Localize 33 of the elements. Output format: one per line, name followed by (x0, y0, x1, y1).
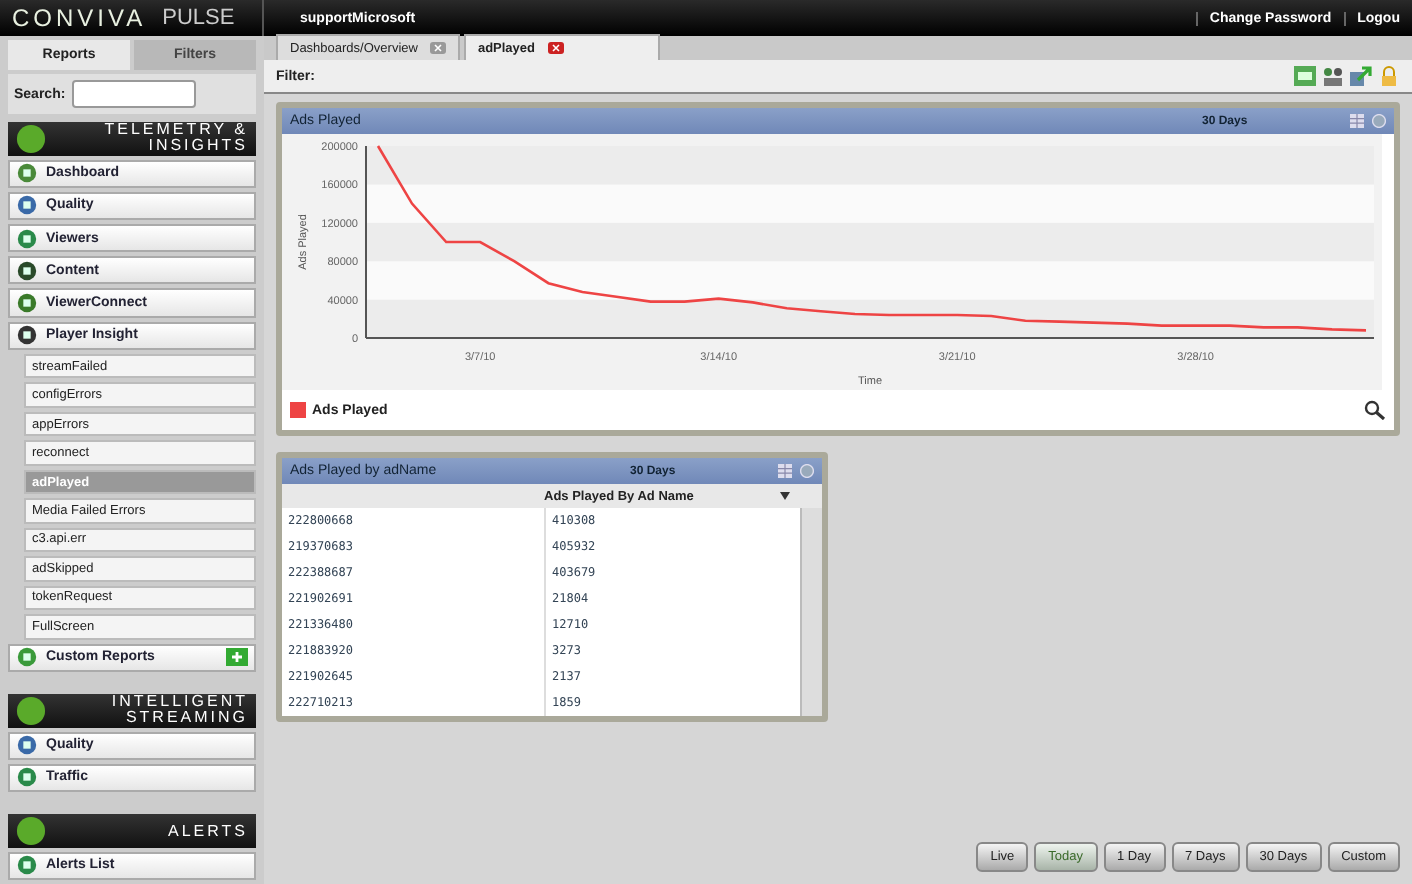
section-title: INTELLIGENT (111, 694, 248, 711)
menu-icon (16, 766, 38, 789)
table-icon[interactable] (1350, 114, 1364, 128)
grid-icon[interactable] (1294, 66, 1316, 86)
menu-icon (16, 259, 38, 282)
menu-icon (16, 194, 38, 217)
menu-icon (16, 227, 38, 250)
scrollbar[interactable] (800, 508, 822, 716)
section-title: TELEMETRY & (104, 122, 248, 139)
circle-icon (16, 123, 46, 154)
close-icon[interactable] (429, 42, 446, 54)
plus-icon[interactable] (226, 648, 248, 667)
menu-icon (16, 646, 38, 669)
people-icon[interactable] (1322, 66, 1344, 86)
menu-icon (16, 292, 38, 315)
circle-icon (16, 695, 46, 726)
lock-icon[interactable] (1378, 66, 1400, 86)
section-title: INSIGHTS (146, 138, 248, 155)
menu-icon (16, 734, 38, 757)
magnifier-icon[interactable] (1362, 400, 1386, 420)
logo: CONVIVA (12, 4, 147, 32)
circle-icon (16, 816, 46, 847)
product-name: PULSE (162, 6, 235, 30)
section-title: STREAMING (123, 710, 248, 727)
menu-icon (16, 324, 38, 347)
sort-arrow-icon[interactable] (780, 492, 790, 500)
table-icon[interactable] (778, 464, 792, 478)
close-icon[interactable] (547, 42, 563, 54)
export-icon[interactable] (1350, 66, 1372, 86)
search-field[interactable] (71, 80, 196, 108)
section-title: ALERTS (168, 823, 248, 840)
menu-icon (16, 854, 38, 877)
menu-icon (16, 162, 38, 185)
